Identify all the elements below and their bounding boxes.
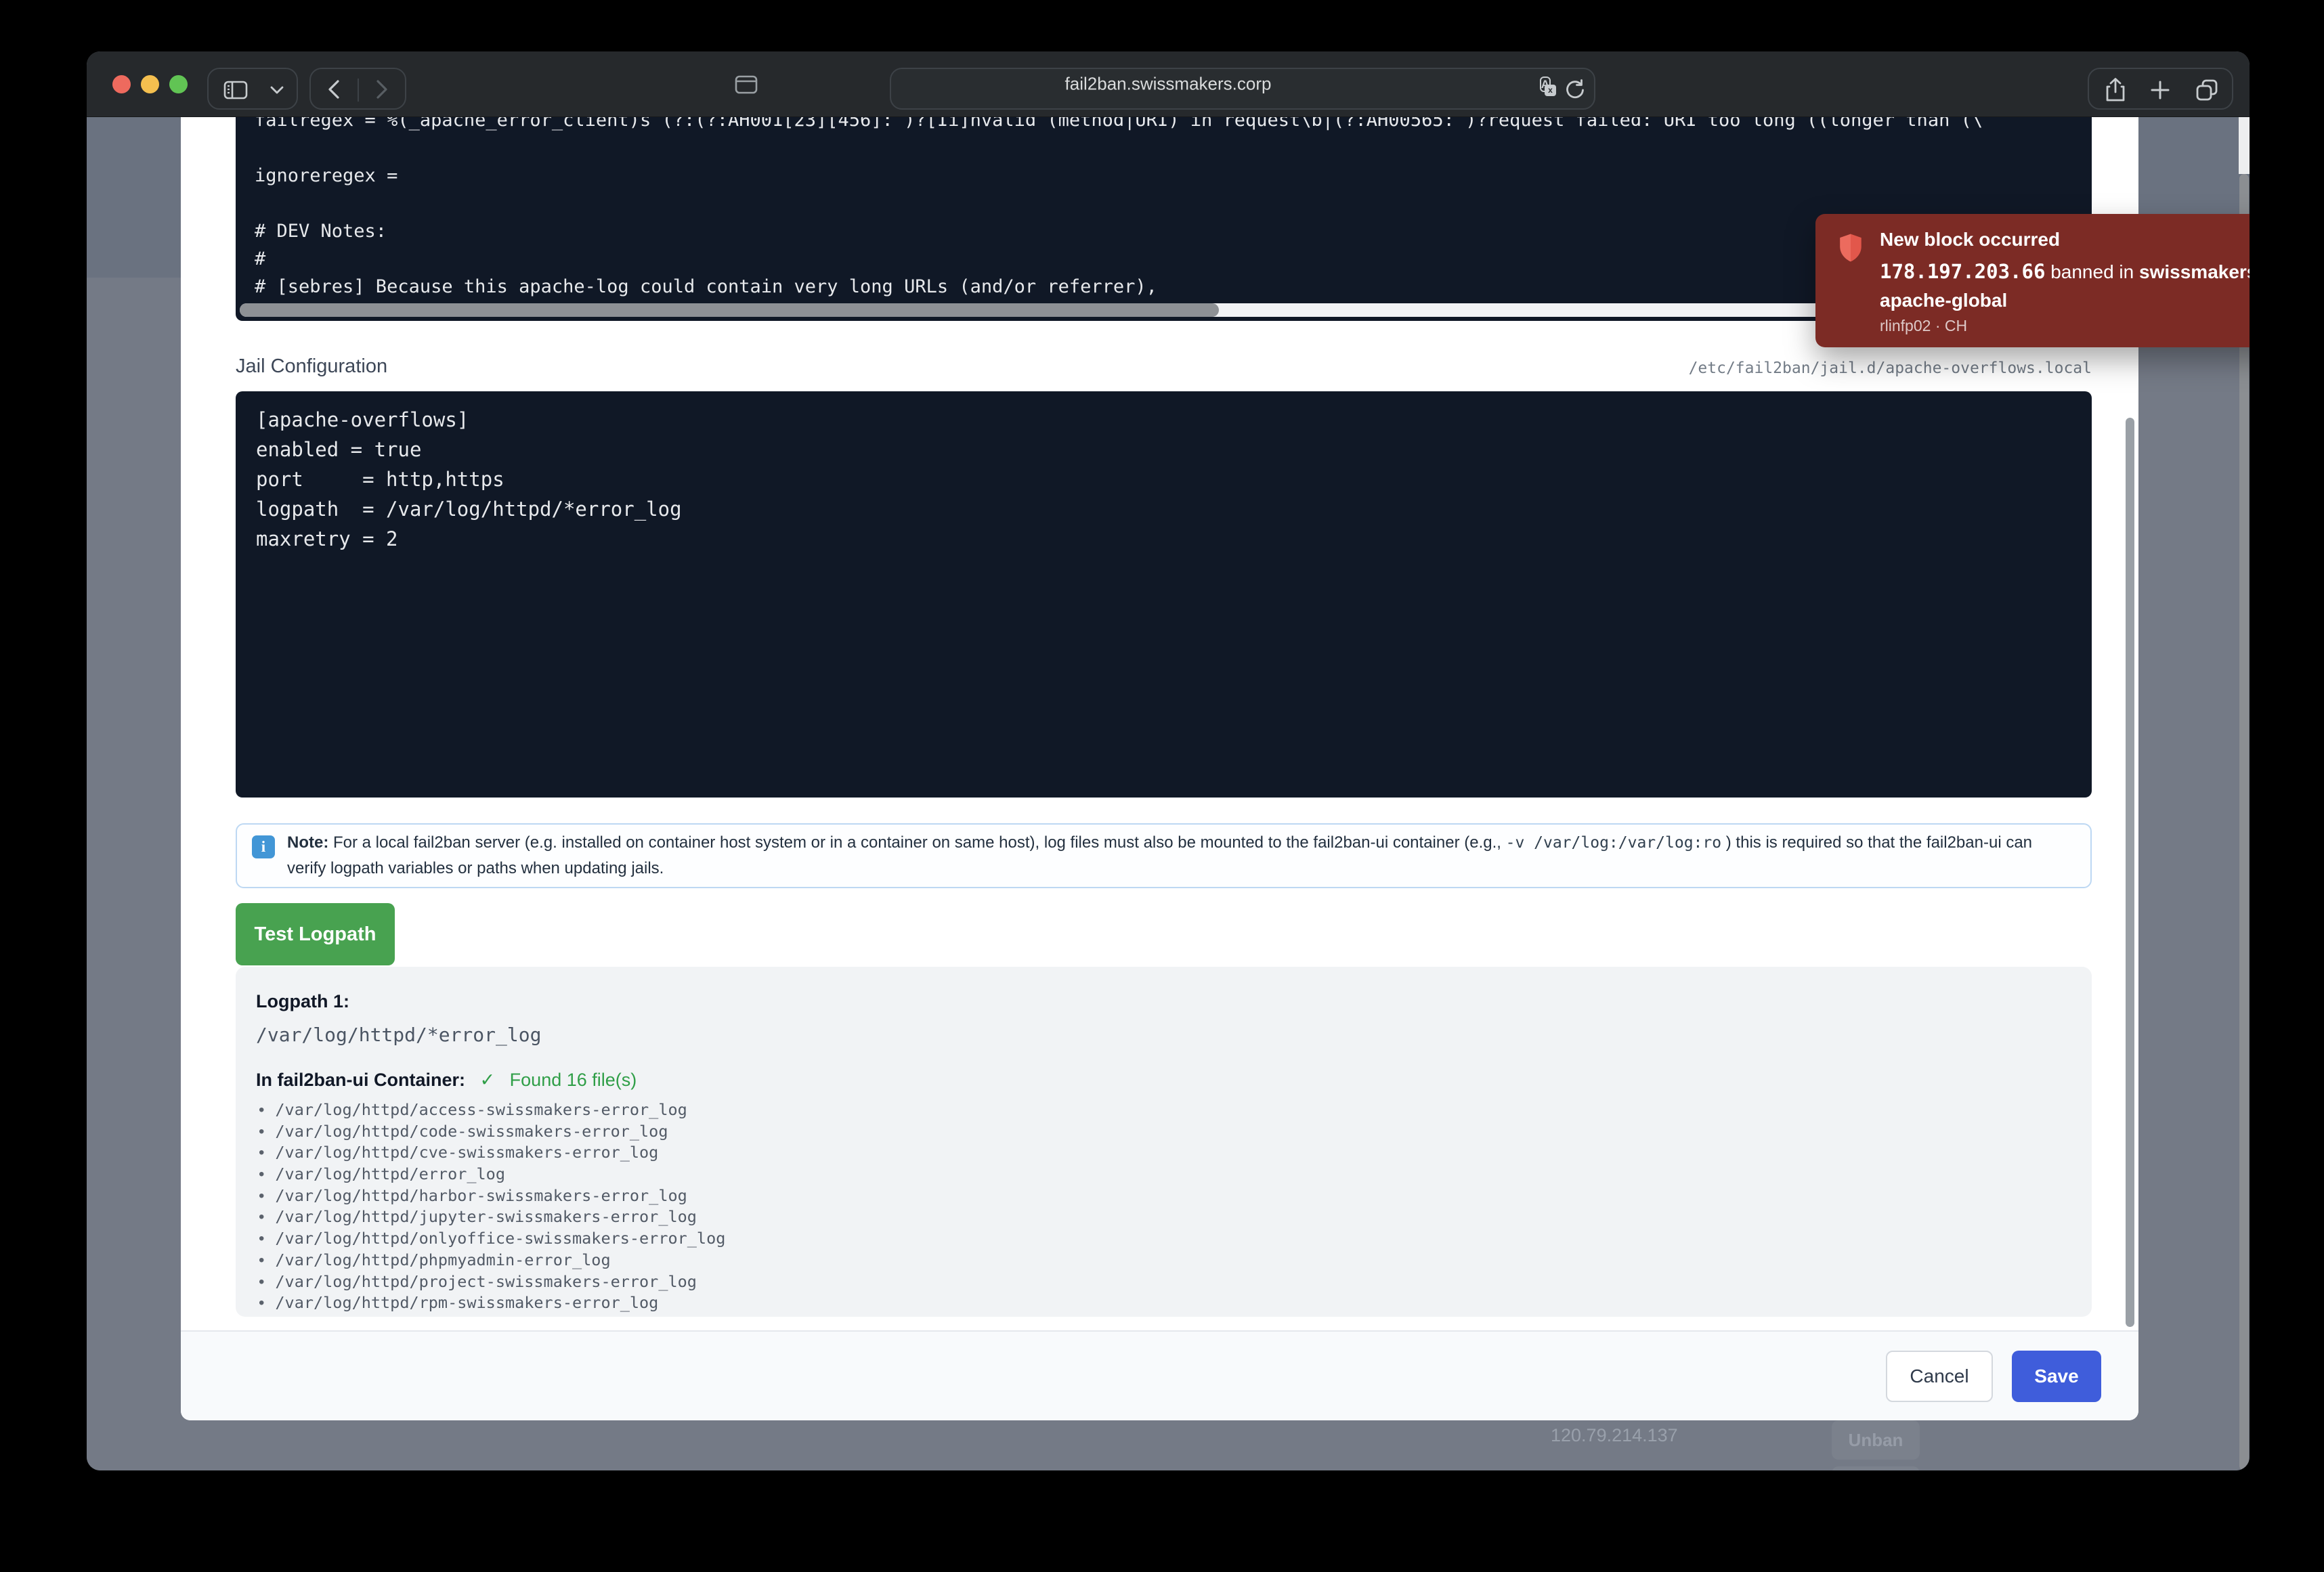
forward-button-icon[interactable]: [375, 79, 389, 100]
bullet-icon: •: [259, 1315, 264, 1317]
jail-configuration-title: Jail Configuration: [236, 355, 387, 378]
shield-icon: [1838, 233, 1864, 266]
toast-title: New block occurred: [1880, 229, 2060, 250]
file-list: •/var/log/httpd/access-swissmakers-error…: [259, 1099, 2078, 1317]
navigation-controls: [309, 68, 406, 110]
sidebar-toggle-icon[interactable]: [223, 80, 248, 100]
list-item: •/var/log/httpd/cve-swissmakers-error_lo…: [259, 1142, 2078, 1164]
found-count: Found 16 file(s): [510, 1070, 637, 1090]
zoom-window-button[interactable]: [169, 75, 188, 93]
back-button-icon[interactable]: [327, 79, 341, 100]
list-item: •/var/log/httpd/access-swissmakers-error…: [259, 1099, 2078, 1121]
editor-hscrollbar-track: [240, 303, 2088, 317]
check-icon: ✓: [480, 1070, 496, 1090]
info-icon: i: [252, 835, 275, 858]
toolbar-actions: [2088, 68, 2233, 110]
test-logpath-button[interactable]: Test Logpath: [236, 903, 395, 965]
tab-overview-icon[interactable]: [2195, 78, 2219, 102]
bullet-icon: •: [259, 1122, 264, 1141]
page-scrollbar-track: [2239, 117, 2250, 174]
divider: [358, 79, 359, 102]
container-result-row: In fail2ban-ui Container: ✓ Found 16 fil…: [256, 1070, 637, 1091]
browser-chrome: Ax fail2ban.swissmakers.corp: [87, 51, 2250, 117]
bullet-icon: •: [259, 1251, 264, 1269]
logpath-value: /var/log/httpd/*error_log: [256, 1024, 541, 1046]
filter-config-editor[interactable]: failregex = %(_apache_error_client)s (?:…: [236, 117, 2092, 321]
background-unban-button: Unban: [1832, 1420, 1920, 1460]
note-label: Note:: [287, 833, 328, 852]
jail-config-editor[interactable]: [apache-overflows] enabled = true port =…: [236, 391, 2092, 798]
list-item: •/var/log/httpd/rpm-swissmakers-error_lo…: [259, 1292, 2078, 1314]
list-item: •/var/log/httpd/teamspeak-swissmakers-er…: [259, 1314, 2078, 1317]
bullet-icon: •: [259, 1294, 264, 1312]
note-box: i Note: For a local fail2ban server (e.g…: [236, 823, 2092, 888]
list-item: •/var/log/httpd/harbor-swissmakers-error…: [259, 1185, 2078, 1207]
browser-window: 120.79.214.137 Unban failregex = %(_apac…: [87, 51, 2250, 1470]
list-item: •/var/log/httpd/error_log: [259, 1164, 2078, 1185]
close-window-button[interactable]: [112, 75, 131, 93]
save-button[interactable]: Save: [2012, 1351, 2101, 1402]
bullet-icon: •: [259, 1229, 264, 1248]
bullet-icon: •: [259, 1208, 264, 1226]
translate-icon[interactable]: Ax: [1540, 78, 1551, 91]
filter-config-text[interactable]: failregex = %(_apache_error_client)s (?:…: [236, 117, 2092, 301]
editor-hscrollbar-thumb[interactable]: [240, 303, 1219, 317]
list-item: •/var/log/httpd/onlyoffice-swissmakers-e…: [259, 1228, 2078, 1250]
background-unban-button-partial: [1832, 1466, 1920, 1470]
screen: 120.79.214.137 Unban failregex = %(_apac…: [0, 0, 2324, 1572]
background-banned-ip: 120.79.214.137: [1551, 1425, 1678, 1446]
bullet-icon: •: [259, 1165, 264, 1183]
jail-config-file-path: /etc/fail2ban/jail.d/apache-overflows.lo…: [1689, 359, 2092, 377]
note-body-1: For a local fail2ban server (e.g. instal…: [328, 833, 1505, 852]
modal-footer: Cancel Save: [181, 1330, 2138, 1420]
list-item: •/var/log/httpd/phpmyadmin-error_log: [259, 1250, 2078, 1271]
list-item: •/var/log/httpd/project-swissmakers-erro…: [259, 1271, 2078, 1293]
page-settings-icon[interactable]: [735, 74, 758, 95]
new-tab-icon[interactable]: [2149, 79, 2171, 101]
new-block-toast[interactable]: New block occurred 178.197.203.66 banned…: [1815, 214, 2250, 347]
list-item: •/var/log/httpd/jupyter-swissmakers-erro…: [259, 1206, 2078, 1228]
note-code: -v /var/log:/var/log:ro: [1506, 834, 1722, 852]
url-text[interactable]: fail2ban.swissmakers.corp: [1065, 74, 1272, 95]
logpath-label: Logpath 1:: [256, 991, 349, 1012]
sidebar-controls: [207, 68, 298, 110]
logpath-results-panel: Logpath 1: /var/log/httpd/*error_log In …: [236, 967, 2092, 1317]
bullet-icon: •: [259, 1273, 264, 1291]
banned-ip: 178.197.203.66: [1880, 260, 2045, 283]
sidebar-chevron-down-icon[interactable]: [270, 85, 284, 95]
cancel-button[interactable]: Cancel: [1886, 1351, 1993, 1402]
toast-meta: rlinfp02 · CH: [1880, 317, 1967, 335]
note-text: Note: For a local fail2ban server (e.g. …: [287, 830, 2075, 881]
reload-icon[interactable]: [1564, 79, 1586, 100]
container-label: In fail2ban-ui Container:: [256, 1070, 465, 1090]
list-item: •/var/log/httpd/code-swissmakers-error_l…: [259, 1121, 2078, 1143]
bullet-icon: •: [259, 1101, 264, 1119]
toast-message: 178.197.203.66 banned in swissmakers-apa…: [1880, 257, 2250, 315]
modal-scrollbar-thumb[interactable]: [2126, 418, 2134, 1327]
minimize-window-button[interactable]: [141, 75, 159, 93]
share-icon[interactable]: [2104, 77, 2127, 103]
page-scrollbar-thumb[interactable]: [2239, 174, 2249, 1470]
bullet-icon: •: [259, 1187, 264, 1205]
jail-config-text[interactable]: [apache-overflows] enabled = true port =…: [236, 391, 2092, 567]
bullet-icon: •: [259, 1143, 264, 1162]
